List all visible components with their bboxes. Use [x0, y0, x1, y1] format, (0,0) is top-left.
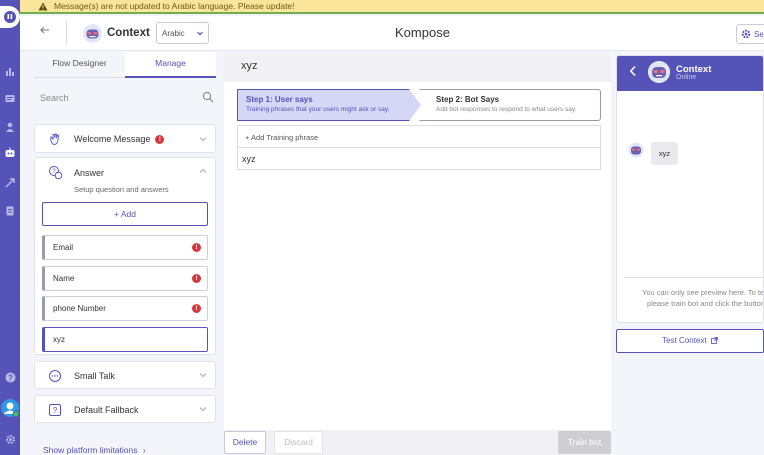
tab-manage[interactable]: Manage — [125, 52, 216, 78]
preview-header: Context Online — [617, 56, 763, 91]
question-box-icon: ? — [47, 402, 63, 418]
step2-title: Step 2: Bot Says — [436, 95, 500, 104]
platform-limitations-link[interactable]: Show platform limitations › — [43, 445, 146, 455]
chevron-down-icon — [199, 135, 207, 143]
discard-button[interactable]: Discard — [274, 431, 323, 454]
question-item-xyz[interactable]: xyz — [42, 327, 208, 352]
alert-badge: ! — [192, 243, 201, 252]
chat-preview: Context Online xyz You can only see prev… — [616, 55, 764, 323]
question-label: xyz — [53, 335, 65, 344]
question-label: Email — [53, 243, 74, 252]
manage-panel: Flow Designer Manage Search Welcome Mess… — [20, 52, 223, 455]
preview-note-line2: please train bot and click the button — [647, 299, 764, 308]
alert-badge: ! — [192, 274, 201, 283]
preview-note-line1: You can only see preview here. To test — [642, 288, 764, 297]
steps-bar: Step 1: User says Training phrases that … — [237, 89, 601, 121]
wave-hand-icon — [47, 131, 63, 147]
intent-name-header[interactable]: xyz — [224, 52, 611, 82]
svg-text:?: ? — [8, 373, 13, 382]
chevron-up-icon[interactable] — [199, 167, 207, 175]
users-icon[interactable] — [3, 120, 17, 134]
test-button-label: Test Context — [662, 336, 707, 345]
bot-avatar-icon — [83, 24, 102, 43]
user-avatar[interactable] — [0, 398, 20, 418]
add-training-phrase-button[interactable]: + Add Training phrase — [245, 133, 318, 142]
warning-icon — [38, 2, 48, 11]
bot-avatar-icon — [628, 142, 644, 158]
step1-desc: Training phrases that your users might a… — [246, 106, 390, 113]
chevron-down-icon — [199, 371, 207, 379]
training-phrases-box: + Add Training phrase xyz — [237, 125, 601, 170]
search-input[interactable]: Search — [34, 88, 216, 108]
preview-note: You can only see preview here. To test p… — [631, 287, 764, 309]
divider — [66, 21, 67, 45]
language-value: Arabic — [162, 29, 185, 38]
default-fallback-title: Default Fallback — [74, 405, 139, 415]
welcome-message-card[interactable]: Welcome Message! — [34, 124, 216, 153]
test-context-button[interactable]: Test Context — [616, 329, 764, 353]
answer-subtitle: Setup question and answers — [74, 185, 169, 194]
question-item-phone-number[interactable]: phone Number ! — [42, 296, 208, 321]
action-bar: Delete Discard Train bot — [224, 430, 611, 455]
top-bar: Context Arabic Kompose Se — [20, 16, 764, 51]
add-answer-button[interactable]: + Add — [42, 202, 208, 226]
language-select[interactable]: Arabic — [156, 22, 209, 44]
page-title: Kompose — [395, 25, 450, 40]
chevron-right-icon: › — [142, 445, 146, 455]
reports-icon[interactable] — [3, 204, 17, 218]
question-item-name[interactable]: Name ! — [42, 266, 208, 291]
bot-message-bubble: xyz — [651, 142, 678, 165]
svg-text:?: ? — [53, 406, 58, 415]
alert-badge: ! — [155, 135, 165, 145]
conversations-icon[interactable] — [3, 92, 17, 106]
step-bot-says[interactable]: Step 2: Bot Says Add bot responses to re… — [419, 89, 601, 121]
intent-editor: xyz Step 1: User says Training phrases t… — [224, 52, 611, 455]
external-link-icon — [710, 337, 718, 345]
chevron-down-icon — [196, 29, 204, 37]
bot-avatar-icon — [648, 61, 670, 83]
tab-flow-designer[interactable]: Flow Designer — [34, 52, 125, 78]
nav-rail: ? — [0, 0, 20, 455]
bot-icon[interactable] — [0, 146, 20, 160]
step-user-says[interactable]: Step 1: User says Training phrases that … — [237, 89, 421, 121]
delete-button[interactable]: Delete — [224, 431, 266, 454]
train-bot-button[interactable]: Train bot — [558, 431, 611, 454]
step2-desc: Add bot responses to respond to what use… — [436, 106, 577, 113]
search-placeholder: Search — [40, 93, 69, 103]
small-talk-card[interactable]: Small Talk — [34, 361, 216, 389]
settings-button[interactable]: Se — [736, 24, 764, 44]
preview-status: Online — [676, 74, 697, 81]
app-logo-icon[interactable] — [0, 6, 20, 28]
limits-link-label: Show platform limitations — [43, 445, 138, 455]
welcome-message-title: Welcome Message — [74, 134, 151, 144]
chevron-left-icon[interactable] — [629, 65, 637, 77]
question-item-email[interactable]: Email ! — [42, 235, 208, 260]
qna-icon: ? — [47, 164, 63, 180]
integrations-icon[interactable] — [3, 176, 17, 190]
divider — [238, 147, 600, 148]
alert-badge: ! — [192, 304, 201, 313]
help-icon[interactable]: ? — [3, 370, 17, 384]
settings-gear-icon[interactable] — [3, 432, 17, 446]
step1-title: Step 1: User says — [246, 95, 313, 104]
bot-name: Context — [107, 27, 150, 39]
chevron-down-icon — [199, 405, 207, 413]
panel-tabs: Flow Designer Manage — [34, 52, 216, 78]
settings-label: Se — [754, 29, 764, 39]
back-arrow-icon[interactable] — [40, 25, 54, 39]
default-fallback-card[interactable]: ? Default Fallback — [34, 395, 216, 423]
divider — [624, 277, 763, 278]
small-talk-title: Small Talk — [74, 371, 115, 381]
chat-bubble-icon — [47, 368, 63, 384]
answer-card: ? Answer Setup question and answers + Ad… — [34, 157, 216, 355]
answer-title[interactable]: Answer — [74, 168, 104, 178]
analytics-icon[interactable] — [3, 64, 17, 78]
training-phrase[interactable]: xyz — [242, 154, 256, 164]
gear-icon — [741, 29, 751, 39]
banner-text: Message(s) are not updated to Arabic lan… — [54, 1, 295, 11]
search-icon — [202, 91, 214, 103]
language-warning-banner: Message(s) are not updated to Arabic lan… — [20, 0, 764, 14]
question-label: phone Number — [53, 304, 106, 313]
question-label: Name — [53, 274, 75, 283]
